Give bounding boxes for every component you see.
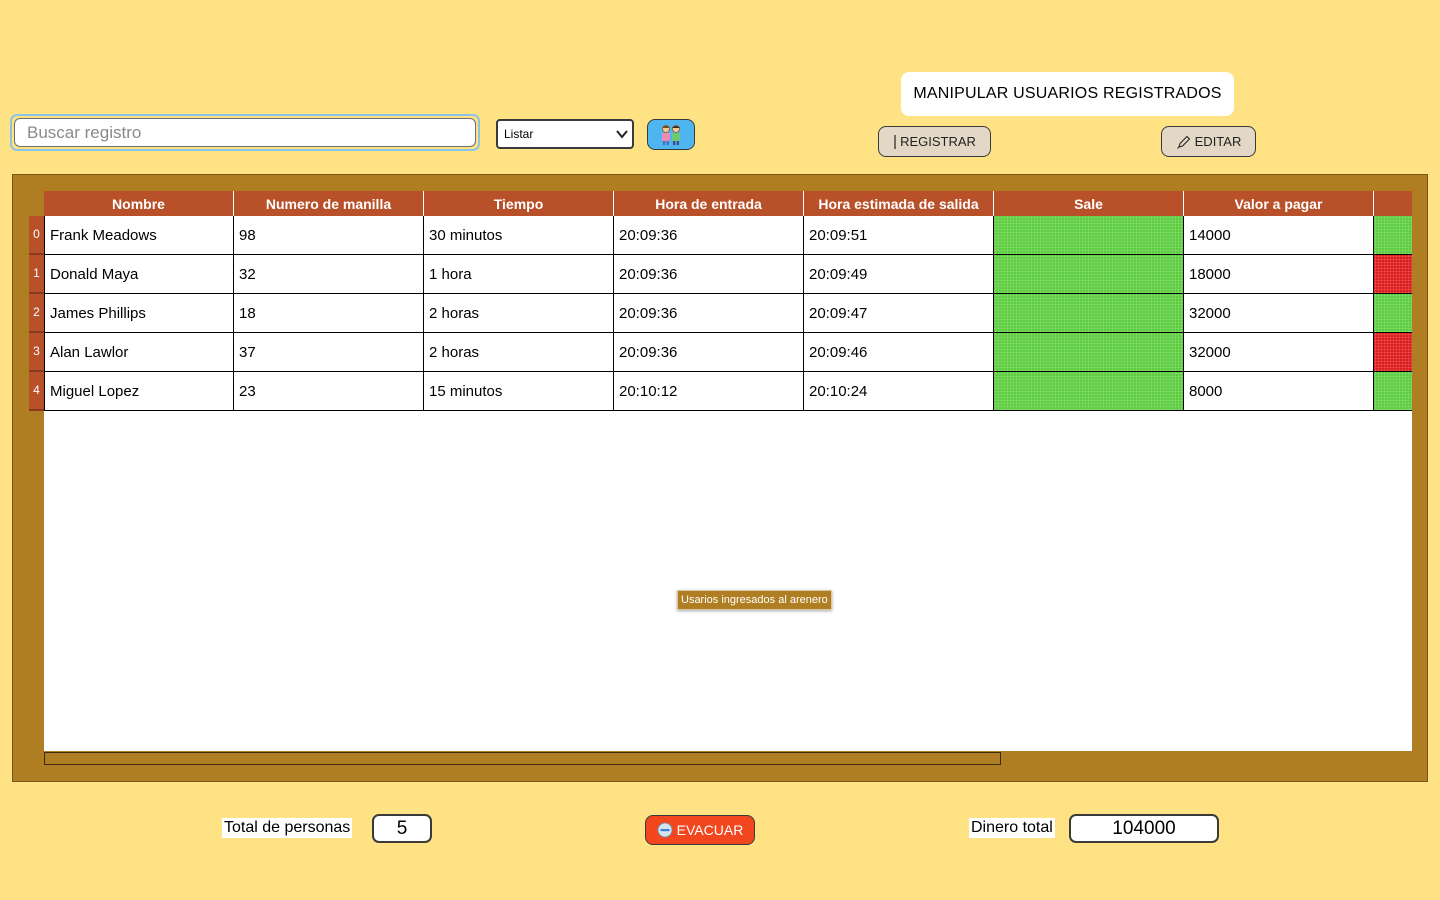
cell-manilla: 37 [234, 333, 424, 372]
row-header[interactable]: 0 [29, 216, 44, 255]
column-header-valor[interactable]: Valor a pagar [1184, 191, 1374, 216]
table-row[interactable]: Miguel Lopez 23 15 minutos 20:10:12 20:1… [44, 372, 1412, 411]
cell-manilla: 98 [234, 216, 424, 255]
table-row[interactable]: Frank Meadows 98 30 minutos 20:09:36 20:… [44, 216, 1412, 255]
cell-entrada: 20:09:36 [614, 255, 804, 294]
cell-sale[interactable] [994, 372, 1184, 411]
evacuar-button[interactable]: EVACUAR [645, 815, 755, 845]
cell-sale[interactable] [994, 216, 1184, 255]
cell-sale[interactable] [994, 255, 1184, 294]
column-header-salida[interactable]: Hora estimada de salida [804, 191, 994, 216]
cell-manilla: 23 [234, 372, 424, 411]
register-label: REGISTRAR [900, 134, 976, 149]
row-header[interactable]: 3 [29, 333, 44, 372]
table-row[interactable]: Donald Maya 32 1 hora 20:09:36 20:09:49 … [44, 255, 1412, 294]
cell-tiempo: 30 minutos [424, 216, 614, 255]
cell-manilla: 18 [234, 294, 424, 333]
column-header-nombre[interactable]: Nombre [44, 191, 234, 216]
horizontal-scrollbar[interactable] [44, 752, 1001, 765]
cell-nombre: James Phillips [44, 294, 234, 333]
table-row[interactable]: James Phillips 18 2 horas 20:09:36 20:09… [44, 294, 1412, 333]
cell-valor: 14000 [1184, 216, 1374, 255]
text-cursor-icon [894, 134, 896, 149]
cell-nombre: Miguel Lopez [44, 372, 234, 411]
children-button[interactable] [647, 119, 695, 150]
status-indicator [1374, 216, 1412, 255]
pencil-icon [1176, 135, 1190, 149]
cell-salida: 20:09:47 [804, 294, 994, 333]
register-button[interactable]: REGISTRAR [878, 126, 991, 157]
cell-entrada: 20:09:36 [614, 294, 804, 333]
status-indicator [1374, 255, 1412, 294]
evacuar-label: EVACUAR [676, 822, 744, 838]
search-box [10, 114, 480, 151]
cell-salida: 20:09:49 [804, 255, 994, 294]
dinero-total-value: 104000 [1069, 814, 1219, 843]
total-personas-value: 5 [372, 814, 432, 843]
column-header-sale[interactable]: Sale [994, 191, 1184, 216]
table-tooltip: Usarios ingresados al arenero [677, 590, 832, 610]
total-personas-label: Total de personas [222, 818, 353, 838]
chevron-down-icon [616, 130, 628, 139]
cell-salida: 20:09:46 [804, 333, 994, 372]
cell-salida: 20:10:24 [804, 372, 994, 411]
cell-tiempo: 1 hora [424, 255, 614, 294]
cell-salida: 20:09:51 [804, 216, 994, 255]
dinero-total-label: Dinero total [969, 818, 1055, 838]
manage-users-title: MANIPULAR USUARIOS REGISTRADOS [901, 72, 1234, 116]
list-select-value: Listar [504, 127, 534, 141]
cell-entrada: 20:10:12 [614, 372, 804, 411]
cell-nombre: Frank Meadows [44, 216, 234, 255]
edit-button[interactable]: EDITAR [1161, 126, 1256, 157]
cell-entrada: 20:09:36 [614, 216, 804, 255]
cell-valor: 8000 [1184, 372, 1374, 411]
row-header[interactable]: 2 [29, 294, 44, 333]
cell-sale[interactable] [994, 333, 1184, 372]
cell-sale[interactable] [994, 294, 1184, 333]
table-row[interactable]: Alan Lawlor 37 2 horas 20:09:36 20:09:46… [44, 333, 1412, 372]
cell-nombre: Alan Lawlor [44, 333, 234, 372]
users-table[interactable]: Nombre Numero de manilla Tiempo Hora de … [44, 191, 1412, 751]
column-header-entrada[interactable]: Hora de entrada [614, 191, 804, 216]
column-header-tiempo[interactable]: Tiempo [424, 191, 614, 216]
status-indicator [1374, 333, 1412, 372]
row-header[interactable]: 4 [29, 372, 44, 411]
edit-label: EDITAR [1194, 134, 1242, 149]
minus-circle-icon [657, 822, 673, 838]
cell-valor: 32000 [1184, 294, 1374, 333]
cell-valor: 32000 [1184, 333, 1374, 372]
column-header-manilla[interactable]: Numero de manilla [234, 191, 424, 216]
users-table-panel: Nombre Numero de manilla Tiempo Hora de … [12, 174, 1428, 782]
column-header-status[interactable] [1374, 191, 1412, 216]
cell-valor: 18000 [1184, 255, 1374, 294]
search-input[interactable] [14, 118, 476, 147]
list-select[interactable]: Listar [496, 119, 634, 149]
cell-tiempo: 2 horas [424, 333, 614, 372]
children-icon [662, 124, 680, 145]
cell-entrada: 20:09:36 [614, 333, 804, 372]
status-indicator [1374, 294, 1412, 333]
status-indicator [1374, 372, 1412, 411]
cell-tiempo: 15 minutos [424, 372, 614, 411]
cell-nombre: Donald Maya [44, 255, 234, 294]
table-header: Nombre Numero de manilla Tiempo Hora de … [44, 191, 1412, 216]
row-header[interactable]: 1 [29, 255, 44, 294]
cell-manilla: 32 [234, 255, 424, 294]
cell-tiempo: 2 horas [424, 294, 614, 333]
